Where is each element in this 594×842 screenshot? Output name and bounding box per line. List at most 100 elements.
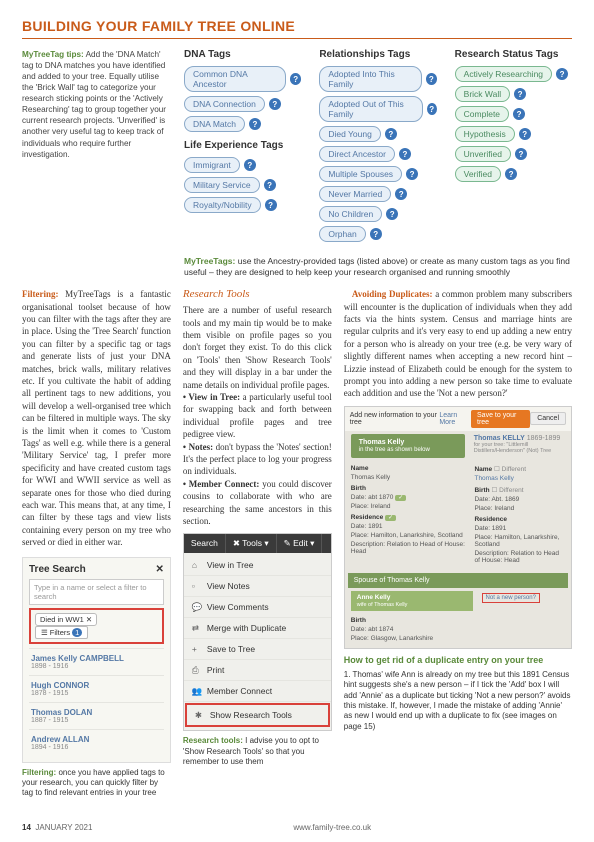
tag-active-research[interactable]: Actively Researching — [455, 66, 552, 82]
tag-verified[interactable]: Verified — [455, 166, 501, 182]
page-number: 14 — [22, 823, 31, 832]
menu-view-tree[interactable]: ⌂View in Tree — [184, 555, 331, 576]
dup-right-note: for your tree: "Littlemill Distillers/He… — [474, 442, 566, 454]
tree-search-title: Tree Search — [29, 564, 86, 575]
dna-tags-title: DNA Tags — [184, 49, 301, 60]
menu-save[interactable]: +Save to Tree — [184, 639, 331, 660]
help-icon[interactable]: ? — [514, 88, 526, 100]
help-icon[interactable]: ? — [370, 228, 382, 240]
mytreetags-caption: MyTreeTags: use the Ancestry-provided ta… — [184, 256, 572, 278]
tag-direct-anc[interactable]: Direct Ancestor — [319, 146, 395, 162]
research-tools-body: There are a number of useful research to… — [183, 304, 332, 527]
help-icon[interactable]: ? — [290, 73, 301, 85]
tag-died-young[interactable]: Died Young — [319, 126, 381, 142]
avoid-lead: Avoiding Duplicates: — [352, 289, 433, 299]
help-icon[interactable]: ? — [515, 148, 527, 160]
help-icon[interactable]: ? — [395, 188, 407, 200]
menu-print[interactable]: ⎙Print — [184, 660, 331, 681]
help-icon[interactable]: ? — [427, 103, 437, 115]
cancel-button[interactable]: Cancel — [530, 412, 566, 425]
tag-brick-wall[interactable]: Brick Wall — [455, 86, 510, 102]
tag-complete[interactable]: Complete — [455, 106, 509, 122]
help-icon[interactable]: ? — [249, 118, 261, 130]
tag-dna-conn[interactable]: DNA Connection — [184, 96, 265, 112]
result-row[interactable]: Andrew ALLAN1894 - 1916 — [29, 729, 164, 756]
rel-tags-group: Relationships Tags Adopted Into This Fam… — [319, 49, 436, 246]
life-tags-title: Life Experience Tags — [184, 140, 301, 151]
page-header: BUILDING YOUR FAMILY TREE ONLINE — [22, 18, 572, 39]
dup-right-name[interactable]: Thomas KELLY — [474, 435, 525, 442]
filters-button[interactable]: ☰ Filters 1 — [35, 626, 88, 639]
filtering-body: MyTreeTags is a fantastic organisational… — [22, 289, 171, 547]
people-icon: 👥 — [192, 686, 202, 696]
menu-show-research-tools[interactable]: ✱Show Research Tools — [185, 703, 330, 727]
help-icon[interactable]: ? — [264, 179, 276, 191]
tag-royalty[interactable]: Royalty/Nobility — [184, 197, 261, 213]
tag-mult-spouse[interactable]: Multiple Spouses — [319, 166, 402, 182]
tools-icon: ✱ — [195, 710, 205, 720]
tag-no-children[interactable]: No Children — [319, 206, 382, 222]
tag-dna-match[interactable]: DNA Match — [184, 116, 245, 132]
avoiding-dup-text: Avoiding Duplicates: a common problem ma… — [344, 288, 572, 400]
tag-unverified[interactable]: Unverified — [455, 146, 511, 162]
tree-search-input[interactable]: Type in a name or select a filter to sea… — [29, 579, 164, 605]
help-icon[interactable]: ? — [399, 148, 411, 160]
tag-military[interactable]: Military Service — [184, 177, 260, 193]
tools-tab[interactable]: ✖ Tools ▾ — [226, 534, 277, 553]
help-icon[interactable]: ? — [385, 128, 397, 140]
search-tab[interactable]: Search — [184, 534, 226, 553]
save-to-tree-button[interactable]: Save to your tree — [471, 410, 530, 428]
not-new-person-link[interactable]: Not a new person? — [482, 593, 540, 603]
dup-bar-text: Add new information to your tree — [350, 412, 440, 426]
tips-box: MyTreeTag tips: Add the 'DNA Match' tag … — [22, 49, 172, 160]
mtt-lead: MyTreeTags: — [184, 256, 235, 266]
dna-tags-group: DNA Tags Common DNA Ancestor? DNA Connec… — [184, 49, 301, 246]
tag-adopted-in[interactable]: Adopted Into This Family — [319, 66, 422, 92]
tag-never-married[interactable]: Never Married — [319, 186, 391, 202]
help-icon[interactable]: ? — [505, 168, 517, 180]
tree-icon: ⌂ — [192, 560, 202, 570]
tag-orphan[interactable]: Orphan — [319, 226, 365, 242]
dup-caption-title: How to get rid of a duplicate entry on y… — [344, 655, 572, 665]
page-footer: 14 JANUARY 2021 www.family-tree.co.uk — [22, 823, 572, 832]
tag-hypothesis[interactable]: Hypothesis — [455, 126, 515, 142]
plus-icon: + — [192, 644, 202, 654]
result-row[interactable]: Thomas DOLAN1887 - 1915 — [29, 702, 164, 729]
tools-menu-panel: Search ✖ Tools ▾ ✎ Edit ▾ ⌂View in Tree … — [183, 533, 332, 731]
filter-highlight: Died in WW1 ✕ ☰ Filters 1 — [29, 608, 164, 644]
avoid-body: a common problem many subscribers will e… — [344, 289, 572, 398]
duplicate-panel: Add new information to your tree Learn M… — [344, 406, 572, 649]
tools-caption: Research tools: I advise you to opt to '… — [183, 736, 332, 767]
tree-search-results: James Kelly CAMPBELL1898 - 1916 Hugh CON… — [29, 648, 164, 756]
result-row[interactable]: Hugh CONNOR1878 - 1915 — [29, 675, 164, 702]
result-row[interactable]: James Kelly CAMPBELL1898 - 1916 — [29, 648, 164, 675]
rel-tags-title: Relationships Tags — [319, 49, 436, 60]
tree-search-panel: Tree Search ✕ Type in a name or select a … — [22, 557, 171, 763]
tag-common-dna[interactable]: Common DNA Ancestor — [184, 66, 286, 92]
filtering-text: Filtering: MyTreeTags is a fantastic org… — [22, 288, 171, 549]
filter-chip[interactable]: Died in WW1 ✕ — [35, 613, 97, 626]
help-icon[interactable]: ? — [269, 98, 281, 110]
help-icon[interactable]: ? — [556, 68, 568, 80]
learn-more-link[interactable]: Learn More — [439, 412, 471, 426]
help-icon[interactable]: ? — [519, 128, 531, 140]
help-icon[interactable]: ? — [244, 159, 256, 171]
dup-person-header: Thomas Kellyin the tree as shown below — [351, 434, 465, 458]
help-icon[interactable]: ? — [513, 108, 525, 120]
close-icon[interactable]: ✕ — [155, 564, 163, 575]
menu-view-comments[interactable]: 💬View Comments — [184, 597, 331, 618]
help-icon[interactable]: ? — [265, 199, 277, 211]
menu-merge[interactable]: ⇄Merge with Duplicate — [184, 618, 331, 639]
menu-view-notes[interactable]: ▫View Notes — [184, 576, 331, 597]
menu-member-connect[interactable]: 👥Member Connect — [184, 681, 331, 702]
help-icon[interactable]: ? — [426, 73, 437, 85]
help-icon[interactable]: ? — [406, 168, 418, 180]
merge-icon: ⇄ — [192, 623, 202, 633]
footer-url: www.family-tree.co.uk — [293, 823, 371, 832]
tools-cap-lead: Research tools: — [183, 736, 243, 745]
edit-tab[interactable]: ✎ Edit ▾ — [277, 534, 323, 553]
help-icon[interactable]: ? — [386, 208, 398, 220]
tag-adopted-out[interactable]: Adopted Out of This Family — [319, 96, 422, 122]
dup-caption-body: 1. Thomas' wife Ann is already on my tre… — [344, 670, 572, 732]
tag-immigrant[interactable]: Immigrant — [184, 157, 240, 173]
